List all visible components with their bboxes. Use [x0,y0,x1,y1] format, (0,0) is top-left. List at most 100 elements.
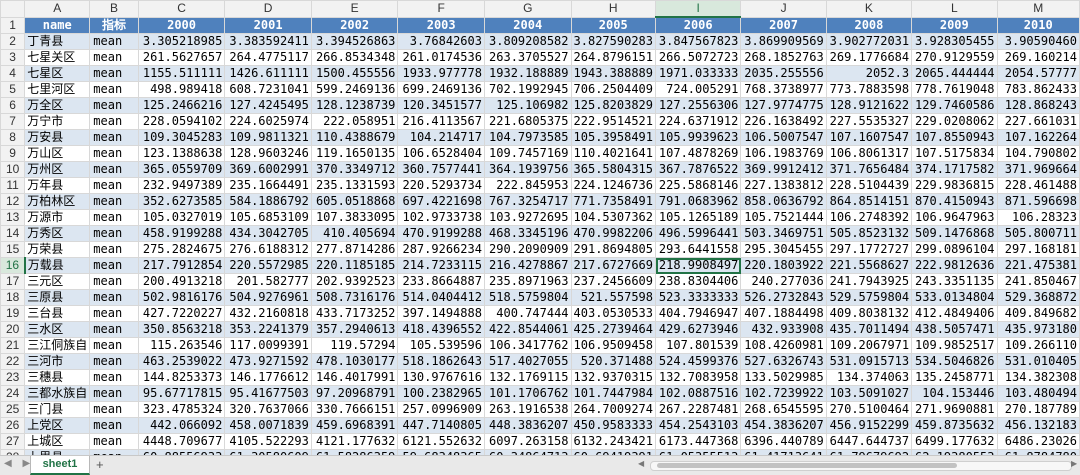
value-cell[interactable]: 104.214717 [397,129,485,146]
row-number[interactable]: 2 [0,33,26,50]
value-cell[interactable]: 104.7973585 [483,129,572,146]
indicator-cell[interactable]: mean [89,321,139,338]
value-cell[interactable]: 293.6441558 [654,241,742,258]
value-cell[interactable]: 429.6273946 [654,321,742,338]
value-cell[interactable]: 270.187789 [996,401,1080,418]
value-cell[interactable]: 105.0327019 [137,209,226,226]
value-cell[interactable]: 297.1772727 [825,241,913,258]
row-number[interactable]: 19 [0,305,26,322]
value-cell[interactable]: 106.5007547 [740,129,827,146]
row-number[interactable]: 14 [0,225,26,242]
active-cell[interactable]: 218.9908497 [654,257,742,274]
value-cell[interactable]: 109.2067971 [825,337,913,354]
value-cell[interactable]: 3.847567823 [654,33,742,50]
indicator-cell[interactable]: mean [89,33,139,50]
column-header-j[interactable]: J [740,0,827,18]
name-cell[interactable]: 三水区 [24,321,91,338]
value-cell[interactable]: 517.4027055 [483,353,572,370]
indicator-cell[interactable]: mean [89,401,139,418]
value-cell[interactable]: 268.1852763 [740,49,827,66]
row-number[interactable]: 26 [0,417,26,434]
value-cell[interactable]: 6121.552632 [397,433,485,450]
row-number[interactable]: 24 [0,385,26,402]
indicator-cell[interactable]: mean [89,81,139,98]
value-cell[interactable]: 146.1776612 [224,369,312,386]
value-cell[interactable]: 459.6968391 [310,417,399,434]
value-cell[interactable]: 267.2287481 [654,401,742,418]
value-cell[interactable]: 107.801539 [654,337,742,354]
value-cell[interactable]: 291.8694805 [570,241,657,258]
value-cell[interactable]: 106.6528404 [397,145,485,162]
row-number[interactable]: 23 [0,369,26,386]
value-cell[interactable]: 529.5759804 [825,289,913,306]
value-cell[interactable]: 101.1706762 [483,385,572,402]
value-cell[interactable]: 1971.033333 [654,65,742,82]
value-cell[interactable]: 864.8514151 [825,193,913,210]
value-cell[interactable]: 409.8038132 [825,305,913,322]
row-number[interactable]: 22 [0,353,26,370]
value-cell[interactable]: 299.0896104 [911,241,998,258]
header-cell[interactable]: 2007 [740,16,827,34]
value-cell[interactable]: 504.9276961 [224,289,312,306]
indicator-cell[interactable]: mean [89,145,139,162]
indicator-cell[interactable]: mean [89,433,139,450]
value-cell[interactable]: 214.7233115 [397,257,485,274]
value-cell[interactable]: 353.2241379 [224,321,312,338]
value-cell[interactable]: 6499.177632 [911,433,998,450]
value-cell[interactable]: 433.7173252 [310,305,399,322]
row-number[interactable]: 17 [0,273,26,290]
column-header-c[interactable]: C [137,0,226,18]
value-cell[interactable]: 117.0099391 [224,337,312,354]
column-header-g[interactable]: G [483,0,572,18]
value-cell[interactable]: 221.5568627 [825,257,913,274]
value-cell[interactable]: 228.5104439 [825,177,913,194]
row-number[interactable]: 6 [0,97,26,114]
value-cell[interactable]: 702.1992945 [483,81,572,98]
triangle-right-icon[interactable]: ▶ [1071,459,1077,468]
value-cell[interactable]: 287.9266234 [397,241,485,258]
value-cell[interactable]: 422.8544061 [483,321,572,338]
value-cell[interactable]: 478.1030177 [310,353,399,370]
indicator-cell[interactable]: mean [89,49,139,66]
indicator-cell[interactable]: mean [89,177,139,194]
name-cell[interactable]: 三河市 [24,353,91,370]
name-cell[interactable]: 上党区 [24,417,91,434]
value-cell[interactable]: 227.661031 [996,113,1080,130]
value-cell[interactable]: 468.3345196 [483,225,572,242]
row-number[interactable]: 20 [0,321,26,338]
value-cell[interactable]: 238.8304406 [654,273,742,290]
indicator-cell[interactable]: mean [89,161,139,178]
indicator-cell[interactable]: mean [89,209,139,226]
name-cell[interactable]: 万全区 [24,97,91,114]
column-header-b[interactable]: B [89,0,139,18]
value-cell[interactable]: 128.9603246 [224,145,312,162]
value-cell[interactable]: 458.0071839 [224,417,312,434]
value-cell[interactable]: 3.809208582 [483,33,572,50]
tab-sheet1[interactable]: sheet1 [30,456,90,475]
name-cell[interactable]: 丁青县 [24,33,91,50]
column-header-h[interactable]: H [570,0,657,18]
header-cell[interactable]: 指标 [89,16,139,34]
header-cell[interactable]: 2005 [570,16,657,34]
value-cell[interactable]: 100.2382965 [397,385,485,402]
value-cell[interactable]: 217.7912854 [137,257,226,274]
value-cell[interactable]: 135.2458771 [911,369,998,386]
select-all-corner[interactable] [0,0,26,18]
value-cell[interactable]: 404.7946947 [654,305,742,322]
value-cell[interactable]: 105.6853109 [224,209,312,226]
horizontal-scrollbar[interactable] [650,461,1072,471]
value-cell[interactable]: 235.8971963 [483,273,572,290]
value-cell[interactable]: 3.90590460 [996,33,1080,50]
value-cell[interactable]: 102.7239922 [740,385,827,402]
value-cell[interactable]: 268.6545595 [740,401,827,418]
value-cell[interactable]: 127.9774775 [740,97,827,114]
value-cell[interactable]: 123.1388638 [137,145,226,162]
indicator-cell[interactable]: mean [89,129,139,146]
name-cell[interactable]: 万载县 [24,257,91,274]
value-cell[interactable]: 220.5572985 [224,257,312,274]
value-cell[interactable]: 263.3705527 [483,49,572,66]
value-cell[interactable]: 6396.440789 [740,433,827,450]
value-cell[interactable]: 125.8203829 [570,97,657,114]
header-cell[interactable]: 2004 [483,16,572,34]
value-cell[interactable]: 778.7619048 [911,81,998,98]
